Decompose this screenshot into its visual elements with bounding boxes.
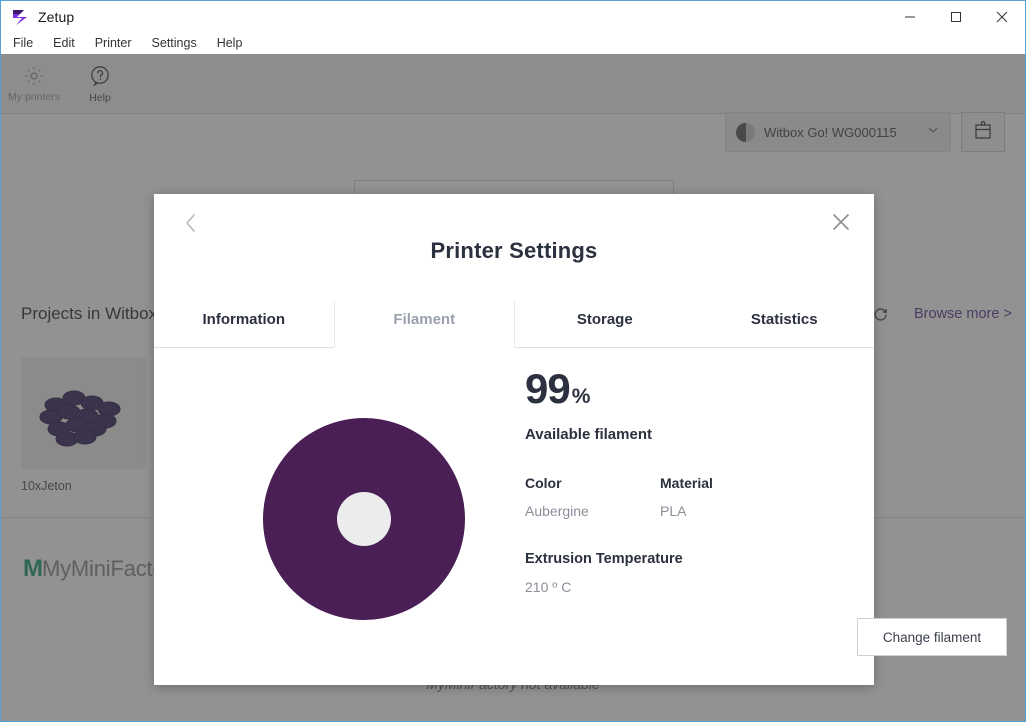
menu-item-help[interactable]: Help xyxy=(217,37,243,50)
close-dialog-button[interactable] xyxy=(824,207,858,241)
title-bar: Zetup xyxy=(1,1,1025,32)
material-value: PLA xyxy=(660,503,687,519)
menu-item-printer[interactable]: Printer xyxy=(95,37,132,50)
zetup-logo-icon xyxy=(9,6,31,28)
extrusion-temperature-field: Extrusion Temperature 210 º C xyxy=(525,551,683,595)
chevron-left-icon xyxy=(181,211,201,240)
filament-panel: 99 % Available filament Color Aubergine … xyxy=(154,348,1007,685)
window-title: Zetup xyxy=(38,8,75,25)
percent-sign: % xyxy=(571,385,591,408)
dialog-tabs: Information Filament Storage Statistics xyxy=(154,301,874,348)
filament-spool-graphic xyxy=(189,389,539,649)
available-filament-percent: 99 xyxy=(525,365,571,412)
filament-info-column: 99 % Available filament Color Aubergine … xyxy=(525,348,1007,685)
extrusion-temperature-label: Extrusion Temperature xyxy=(525,551,683,567)
window-controls xyxy=(887,1,1025,32)
filament-spool-icon xyxy=(263,418,465,620)
tab-information[interactable]: Information xyxy=(154,301,334,348)
minimize-button[interactable] xyxy=(887,1,933,32)
printer-settings-dialog: Printer Settings Information Filament St… xyxy=(154,194,1007,685)
close-button[interactable] xyxy=(979,1,1025,32)
filament-attributes: Color Aubergine Material PLA xyxy=(525,475,795,519)
menu-bar: File Edit Printer Settings Help xyxy=(1,32,1025,54)
spool-hub xyxy=(337,492,391,546)
menu-item-edit[interactable]: Edit xyxy=(53,37,75,50)
app-window: Zetup File Edit Printer Settings Help Pr… xyxy=(0,0,1026,722)
content-root: My printers Help Witbox xyxy=(1,54,1025,721)
menu-item-settings[interactable]: Settings xyxy=(152,37,197,50)
available-filament-value-row: 99 % xyxy=(525,368,590,410)
material-field: Material PLA xyxy=(660,475,795,519)
tab-statistics[interactable]: Statistics xyxy=(694,301,874,348)
available-filament-label: Available filament xyxy=(525,426,652,443)
material-label: Material xyxy=(660,475,713,491)
extrusion-temperature-value: 210 º C xyxy=(525,579,572,595)
tab-storage[interactable]: Storage xyxy=(515,301,695,348)
back-button[interactable] xyxy=(174,208,208,242)
menu-item-file[interactable]: File xyxy=(13,37,33,50)
color-label: Color xyxy=(525,475,562,491)
close-icon xyxy=(830,211,852,238)
dialog-title: Printer Settings xyxy=(430,238,598,263)
tab-filament[interactable]: Filament xyxy=(333,301,515,348)
color-field: Color Aubergine xyxy=(525,475,660,519)
color-value: Aubergine xyxy=(525,503,589,519)
maximize-button[interactable] xyxy=(933,1,979,32)
change-filament-button[interactable]: Change filament xyxy=(857,618,1007,656)
